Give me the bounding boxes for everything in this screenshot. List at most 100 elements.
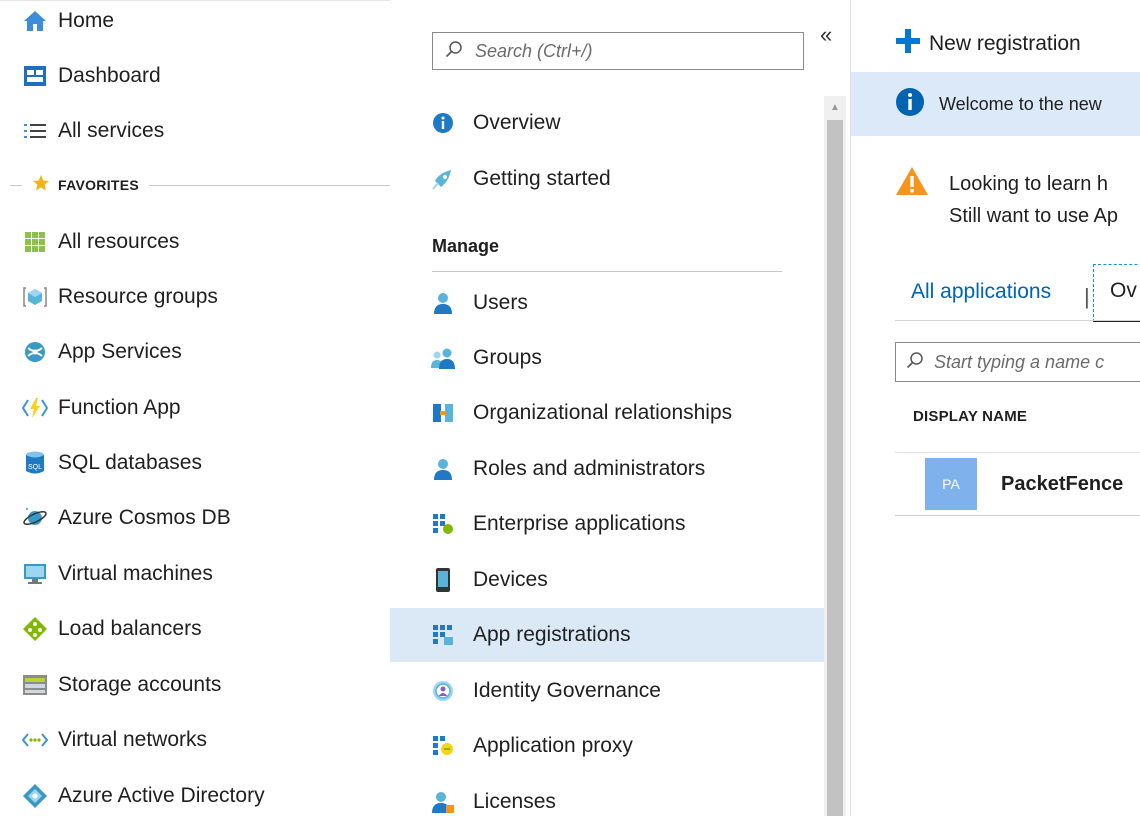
menu-users[interactable]: Users xyxy=(390,276,824,330)
monitor-icon xyxy=(22,561,48,587)
menu-scrollbar[interactable]: ▲ xyxy=(824,96,846,816)
warning-message: Looking to learn h Still want to use Ap xyxy=(949,168,1118,232)
search-icon xyxy=(906,351,924,374)
scroll-up-arrow-icon[interactable]: ▲ xyxy=(824,96,846,118)
menu-enterprise-applications[interactable]: Enterprise applications xyxy=(390,497,824,551)
menu-roles-administrators[interactable]: Roles and administrators xyxy=(390,442,824,496)
nav-home[interactable]: Home xyxy=(22,4,114,38)
nav-all-resources-label: All resources xyxy=(58,230,180,253)
aad-icon xyxy=(22,783,48,809)
menu-devices-label: Devices xyxy=(473,568,548,591)
tab-separator: | xyxy=(1084,284,1090,309)
nav-all-resources[interactable]: All resources xyxy=(22,225,179,259)
menu-getting-started[interactable]: Getting started xyxy=(390,152,824,206)
menu-application-proxy[interactable]: Application proxy xyxy=(390,719,824,773)
cube-icon xyxy=(22,284,48,310)
menu-app-registrations-label: App registrations xyxy=(473,623,631,646)
nav-app-services-label: App Services xyxy=(58,340,182,363)
storage-icon xyxy=(22,672,48,698)
dashboard-icon xyxy=(22,63,48,89)
info-icon xyxy=(895,87,925,122)
menu-app-registrations[interactable]: App registrations xyxy=(390,608,824,662)
menu-application-proxy-label: Application proxy xyxy=(473,734,633,757)
app-filter[interactable] xyxy=(895,342,1140,382)
menu-overview-label: Overview xyxy=(473,111,561,134)
section-manage-label: Manage xyxy=(432,236,500,256)
role-icon xyxy=(430,456,456,482)
tab-all-applications[interactable]: All applications xyxy=(911,280,1051,304)
tab-owned-applications[interactable]: Ov xyxy=(1093,264,1140,322)
menu-search-input[interactable] xyxy=(473,39,777,63)
table-row[interactable]: PA PacketFence xyxy=(895,453,1140,516)
search-icon xyxy=(445,40,463,63)
governance-icon xyxy=(430,678,456,704)
app-name[interactable]: PacketFence xyxy=(1001,473,1123,496)
scrollbar-thumb[interactable] xyxy=(827,120,843,816)
divider xyxy=(10,184,22,186)
rocket-icon xyxy=(430,166,456,192)
bolt-icon xyxy=(22,395,48,421)
menu-org-relationships-label: Organizational relationships xyxy=(473,401,733,424)
menu-identity-governance[interactable]: Identity Governance xyxy=(390,664,824,718)
menu-licenses-label: Licenses xyxy=(473,790,556,813)
app-registrations-icon xyxy=(430,622,456,648)
globe-icon xyxy=(22,339,48,365)
menu-users-label: Users xyxy=(473,291,528,314)
new-registration-button[interactable]: New registration xyxy=(895,28,1081,60)
menu-identity-governance-label: Identity Governance xyxy=(473,679,661,702)
nav-load-balancers[interactable]: Load balancers xyxy=(22,612,202,646)
app-avatar: PA xyxy=(925,458,977,510)
nav-app-services[interactable]: App Services xyxy=(22,335,182,369)
warning-line-2: Still want to use Ap xyxy=(949,205,1118,227)
new-registration-label: New registration xyxy=(929,32,1081,55)
divider xyxy=(149,184,390,186)
info-banner: Welcome to the new xyxy=(851,72,1140,136)
proxy-icon xyxy=(430,733,456,759)
favorites-header: FAVORITES xyxy=(10,173,390,197)
menu-enterprise-applications-label: Enterprise applications xyxy=(473,512,686,535)
nav-aad-label: Azure Active Directory xyxy=(58,784,265,807)
nav-resource-groups-label: Resource groups xyxy=(58,285,218,308)
nav-cosmos-db[interactable]: Azure Cosmos DB xyxy=(22,501,231,535)
menu-overview[interactable]: Overview xyxy=(390,96,824,150)
star-icon xyxy=(32,174,50,197)
nav-azure-active-directory[interactable]: Azure Active Directory xyxy=(22,779,265,813)
nav-dashboard-label: Dashboard xyxy=(58,64,161,87)
nav-dashboard[interactable]: Dashboard xyxy=(22,59,161,93)
info-banner-text: Welcome to the new xyxy=(939,93,1102,114)
content-pane: New registration Welcome to the new Look… xyxy=(850,0,1140,816)
menu-org-relationships[interactable]: Organizational relationships xyxy=(390,386,824,440)
nav-all-services-label: All services xyxy=(58,119,165,142)
app-filter-input[interactable] xyxy=(932,350,1140,374)
menu-licenses[interactable]: Licenses xyxy=(390,775,824,816)
menu-search[interactable] xyxy=(432,32,804,70)
device-icon xyxy=(430,567,456,593)
nav-all-services[interactable]: All services xyxy=(22,114,164,148)
collapse-menu-button[interactable]: « xyxy=(820,22,832,48)
planet-icon xyxy=(22,505,48,531)
column-display-name[interactable]: DISPLAY NAME xyxy=(913,408,1027,425)
org-icon xyxy=(430,400,456,426)
resource-menu: « Overview Getting started Manage Users … xyxy=(390,0,850,816)
menu-roles-label: Roles and administrators xyxy=(473,457,706,480)
nav-storage-accounts-label: Storage accounts xyxy=(58,673,222,696)
menu-groups[interactable]: Groups xyxy=(390,331,824,385)
svg-text:SQL: SQL xyxy=(28,464,42,471)
nav-virtual-networks-label: Virtual networks xyxy=(58,728,208,751)
nav-storage-accounts[interactable]: Storage accounts xyxy=(22,668,221,702)
nav-resource-groups[interactable]: Resource groups xyxy=(22,280,218,314)
warning-line-1: Looking to learn h xyxy=(949,173,1109,195)
plus-icon xyxy=(895,28,921,60)
divider xyxy=(432,271,782,272)
enterprise-apps-icon xyxy=(430,511,456,537)
database-icon: SQL xyxy=(22,450,48,476)
nav-sql-databases[interactable]: SQL SQL databases xyxy=(22,446,202,480)
menu-devices[interactable]: Devices xyxy=(390,553,824,607)
nav-virtual-machines-label: Virtual machines xyxy=(58,562,213,585)
left-navigation: Home Dashboard All services FAVORITES Al… xyxy=(0,0,390,816)
nav-function-app[interactable]: Function App xyxy=(22,391,181,425)
nav-virtual-machines[interactable]: Virtual machines xyxy=(22,557,213,591)
nav-virtual-networks[interactable]: Virtual networks xyxy=(22,723,207,757)
nav-load-balancers-label: Load balancers xyxy=(58,617,202,640)
grid-icon xyxy=(22,229,48,255)
